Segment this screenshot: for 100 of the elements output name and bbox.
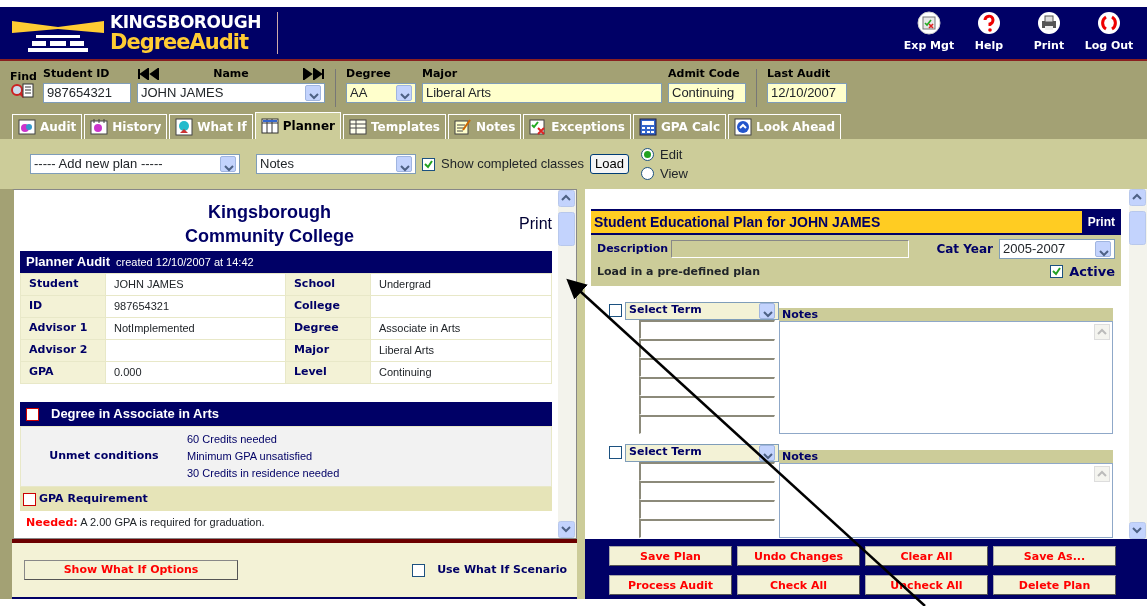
field-value: Associate in Arts [378,322,461,335]
field-value: JOHN JAMES [114,278,184,291]
action-button[interactable]: Save As... [993,546,1116,566]
degree-select[interactable]: AA [346,83,416,103]
scroll-up-icon[interactable] [1129,189,1146,206]
plan-title: Student Educational Plan for JOHN JAMES [593,212,881,232]
table-icon [348,118,367,136]
table-icon [260,117,279,135]
help-link[interactable]: Help [974,38,1004,55]
unmet-label: Unmet conditions [48,448,160,465]
field-label: ID [29,299,43,313]
field-label: School [293,277,336,291]
field-label: Advisor 2 [29,343,88,357]
field-label: Major [422,67,458,80]
field-label: Student [29,277,79,291]
power-icon[interactable] [1097,11,1121,36]
find-label: Find [10,70,37,83]
notepad-icon [454,118,472,136]
field-label: Major [293,343,330,357]
notes-label: Notes [779,449,1113,463]
field-value: NotImplemented [114,322,195,335]
field-label: Degree [293,321,339,335]
find-icon[interactable] [10,83,34,99]
action-button[interactable]: Process Audit [609,575,732,595]
scroll-down-icon[interactable] [558,521,575,538]
student-id-field[interactable]: 987654321 [43,83,131,103]
plan-select[interactable]: ----- Add new plan ----- [30,154,240,174]
radio-button[interactable] [641,147,654,161]
expense-icon[interactable] [917,11,941,36]
field-value: 987654321 [114,300,170,313]
college-title: Community College [185,225,355,248]
field-label: Advisor 1 [29,321,88,335]
admit-code-field[interactable]: Continuing [668,83,746,103]
term-checkbox[interactable] [609,446,622,459]
created-date: created 12/10/2007 at 14:42 [116,254,254,270]
scrollbar-thumb[interactable] [558,212,575,246]
action-button[interactable]: Undo Changes [737,546,860,566]
last-audit-field[interactable]: 12/10/2007 [767,83,847,103]
action-button[interactable]: Delete Plan [993,575,1116,595]
checklist-icon [529,118,548,136]
action-button[interactable]: Clear All [865,546,988,566]
what-if-button[interactable]: Show What If Options [24,560,238,580]
tab[interactable]: Planner [254,112,341,139]
field-label: Last Audit [767,67,831,80]
checkbox-label: Active [1069,263,1115,281]
notes-field[interactable] [779,462,1113,538]
notes-select[interactable]: Notes [256,154,416,174]
name-select[interactable]: JOHN JAMES [137,83,325,103]
load-button[interactable]: Load [590,154,629,174]
scroll-up-icon[interactable] [558,190,575,207]
circle-arrow-icon [734,118,753,136]
load-plan-text: Load in a pre-defined plan [597,263,761,280]
print-link[interactable]: Print [1033,38,1065,55]
condition-text: 60 Credits needed [187,432,278,447]
condition-text: Minimum GPA unsatisfied [187,449,314,464]
scenario-checkbox[interactable] [412,563,426,577]
calendar-icon [90,118,109,136]
logo-title: KINGSBOROUGH [110,13,261,31]
field-value: Continuing [378,366,432,379]
field-value: 0.000 [114,366,142,379]
action-button[interactable]: Save Plan [609,546,732,566]
condition-text: 30 Credits in residence needed [187,466,340,481]
notes-field[interactable] [779,320,1113,434]
scrollbar-thumb[interactable] [1129,211,1146,245]
field-label: Student ID [43,67,110,80]
printer-icon[interactable] [1037,11,1061,36]
term-select[interactable]: Select Term [625,443,779,462]
block-checkbox[interactable] [26,407,39,421]
calculator-icon [638,118,657,136]
field-label: Degree [346,67,391,80]
major-field[interactable]: Liberal Arts [422,83,662,103]
term-select[interactable]: Select Term [625,301,779,320]
print-link[interactable]: Print [519,212,552,236]
logout-link[interactable]: Log Out [1084,38,1134,55]
radio-label: Edit [660,145,683,164]
expense-link[interactable]: Exp Mgt [903,38,955,55]
radio-button[interactable] [641,167,654,181]
field-label: Level [293,365,327,379]
field-label: GPA [29,365,54,379]
checkbox-label: Use What If Scenario [437,561,567,578]
scroll-down-icon[interactable] [1129,522,1146,539]
needed-text: Needed: A 2.00 GPA is required for graduation. [25,515,266,531]
field-value: Liberal Arts [378,344,434,357]
next-last-icon[interactable] [301,67,325,80]
requirement-title: GPA Requirement [39,490,148,507]
field-label: Admit Code [668,67,740,80]
requirement-checkbox[interactable] [23,492,36,506]
field-label: College [293,299,340,313]
print-button[interactable]: Print [1081,211,1121,233]
help-icon[interactable] [977,11,1001,36]
cat-year-select[interactable]: 2005-2007 [999,239,1115,259]
section-title: Planner Audit [26,253,111,272]
active-checkbox[interactable] [1050,265,1064,279]
description-field[interactable] [671,240,910,258]
first-previous-icon[interactable] [137,67,161,80]
show-completed-checkbox[interactable] [422,157,435,171]
action-button[interactable]: Check All [737,575,860,595]
term-checkbox[interactable] [609,304,622,317]
field-label: Cat Year [936,241,993,258]
field-value: Undergrad [378,278,431,291]
